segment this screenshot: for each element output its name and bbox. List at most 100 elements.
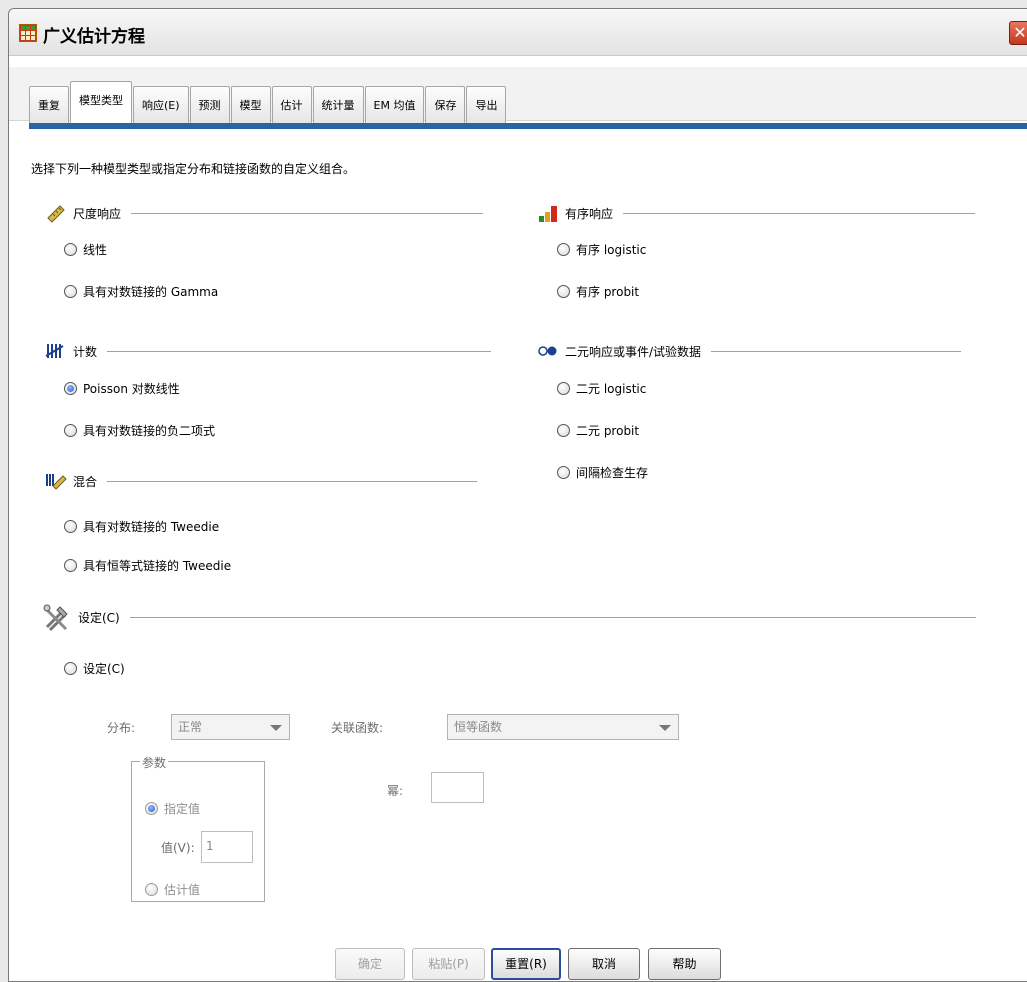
parameter-title: 参数 <box>140 754 169 771</box>
radio-interval-censored-survival-label: 间隔检查生存 <box>576 466 649 480</box>
radio-circle[interactable] <box>145 883 158 896</box>
counts-divider <box>107 350 492 352</box>
tab-statistics[interactable]: 统计量 <box>312 86 364 124</box>
radio-ordinal-probit[interactable]: 有序 probit <box>557 283 639 300</box>
radio-circle[interactable] <box>557 285 570 298</box>
title-bar[interactable]: 广义估计方程 ✕ <box>9 9 1027 56</box>
radio-custom[interactable]: 设定(C) <box>64 660 125 677</box>
power-input[interactable] <box>431 772 484 803</box>
radio-linear-label: 线性 <box>83 243 108 257</box>
radio-estimate-value-label: 估计值 <box>164 883 201 897</box>
tab-model[interactable]: 模型 <box>230 86 271 124</box>
binary-response-header: 二元响应或事件/试验数据 <box>537 341 962 361</box>
tab-em-means[interactable]: EM 均值 <box>364 86 425 124</box>
chevron-down-icon <box>270 725 282 731</box>
tally-icon <box>45 344 64 358</box>
tab-underline <box>29 123 1027 129</box>
radio-poisson-loglinear-label: Poisson 对数线性 <box>83 382 180 396</box>
radio-estimate-value[interactable]: 估计值 <box>145 881 200 898</box>
radio-binary-logistic[interactable]: 二元 logistic <box>557 380 646 397</box>
mixture-icon <box>46 474 67 490</box>
tab-save[interactable]: 保存 <box>425 86 466 124</box>
radio-circle[interactable] <box>64 424 77 437</box>
link-function-value: 恒等函数 <box>454 720 503 734</box>
ordinal-bars-icon <box>539 206 557 222</box>
radio-ordinal-logistic-label: 有序 logistic <box>576 243 647 257</box>
value-input[interactable]: 1 <box>201 831 253 863</box>
radio-specify-value-label: 指定值 <box>164 802 201 816</box>
radio-negative-binomial[interactable]: 具有对数链接的负二项式 <box>64 422 215 439</box>
radio-circle[interactable] <box>557 466 570 479</box>
radio-circle[interactable] <box>557 424 570 437</box>
cancel-button[interactable]: 取消 <box>568 948 640 980</box>
tab-repeated[interactable]: 重复 <box>29 86 69 124</box>
distribution-value: 正常 <box>178 720 203 734</box>
scale-response-header: 尺度响应 <box>45 203 484 223</box>
radio-negative-binomial-label: 具有对数链接的负二项式 <box>83 424 216 438</box>
window-title: 广义估计方程 <box>43 27 145 47</box>
scale-response-title: 尺度响应 <box>73 206 122 221</box>
radio-circle-selected[interactable] <box>145 802 158 815</box>
radio-ordinal-probit-label: 有序 probit <box>576 285 640 299</box>
distribution-label: 分布: <box>107 721 136 735</box>
radio-poisson-loglinear[interactable]: Poisson 对数线性 <box>64 380 180 397</box>
radio-tweedie-identity[interactable]: 具有恒等式链接的 Tweedie <box>64 557 231 574</box>
mixture-header: 混合 <box>45 471 478 491</box>
binary-toggle-icon <box>538 346 557 356</box>
custom-title: 设定(C) <box>78 610 120 625</box>
dialog-body: 重复 模型类型 响应(E) 预测 模型 估计 统计量 EM 均值 保存 导出 选… <box>9 57 1027 981</box>
mixture-divider <box>107 480 478 482</box>
tab-predictors[interactable]: 预测 <box>189 86 230 124</box>
binary-response-title: 二元响应或事件/试验数据 <box>565 344 702 359</box>
distribution-select[interactable]: 正常 <box>171 714 290 740</box>
paste-button[interactable]: 粘贴(P) <box>412 948 485 980</box>
instruction-text: 选择下列一种模型类型或指定分布和链接函数的自定义组合。 <box>31 162 356 176</box>
radio-circle-selected[interactable] <box>64 382 77 395</box>
custom-divider <box>129 616 976 618</box>
radio-gamma-log-label: 具有对数链接的 Gamma <box>83 285 219 299</box>
radio-binary-probit[interactable]: 二元 probit <box>557 422 639 439</box>
link-function-select[interactable]: 恒等函数 <box>447 714 679 740</box>
radio-circle[interactable] <box>64 243 77 256</box>
ok-button[interactable]: 确定 <box>335 948 405 980</box>
tools-icon <box>43 604 68 632</box>
ordinal-response-title: 有序响应 <box>565 206 614 221</box>
radio-interval-censored-survival[interactable]: 间隔检查生存 <box>557 464 648 481</box>
scale-divider <box>131 212 484 214</box>
radio-binary-probit-label: 二元 probit <box>576 424 640 438</box>
ordinal-divider <box>623 212 976 214</box>
radio-linear[interactable]: 线性 <box>64 241 107 258</box>
dialog-window: 广义估计方程 ✕ 重复 模型类型 响应(E) 预测 模型 估计 统计量 EM 均… <box>8 8 1027 982</box>
reset-button[interactable]: 重置(R) <box>491 948 561 980</box>
tab-estimation[interactable]: 估计 <box>271 86 312 124</box>
spreadsheet-app-icon <box>19 24 37 42</box>
radio-circle[interactable] <box>64 559 77 572</box>
mixture-title: 混合 <box>73 474 98 489</box>
radio-specify-value[interactable]: 指定值 <box>145 800 200 817</box>
close-button[interactable]: ✕ <box>1009 21 1027 45</box>
radio-circle[interactable] <box>64 285 77 298</box>
ruler-icon <box>47 205 65 223</box>
radio-circle[interactable] <box>557 382 570 395</box>
custom-header: 设定(C) <box>42 602 976 632</box>
radio-tweedie-log-label: 具有对数链接的 Tweedie <box>83 520 220 534</box>
binary-divider <box>711 350 962 352</box>
counts-title: 计数 <box>73 344 98 359</box>
power-label: 幂: <box>387 784 404 798</box>
radio-tweedie-log[interactable]: 具有对数链接的 Tweedie <box>64 518 219 535</box>
tab-export[interactable]: 导出 <box>466 86 507 124</box>
tab-response[interactable]: 响应(E) <box>133 86 189 124</box>
radio-gamma-log[interactable]: 具有对数链接的 Gamma <box>64 283 218 300</box>
ordinal-response-header: 有序响应 <box>537 203 976 223</box>
tab-model-type[interactable]: 模型类型 <box>70 81 132 124</box>
radio-ordinal-logistic[interactable]: 有序 logistic <box>557 241 646 258</box>
radio-circle[interactable] <box>64 662 77 675</box>
tab-strip: 重复 模型类型 响应(E) 预测 模型 估计 统计量 EM 均值 保存 导出 <box>9 67 1027 129</box>
link-function-label: 关联函数: <box>331 721 384 735</box>
help-button[interactable]: 帮助 <box>648 948 721 980</box>
counts-header: 计数 <box>45 341 492 361</box>
radio-circle[interactable] <box>64 520 77 533</box>
value-label: 值(V): <box>161 841 195 855</box>
radio-circle[interactable] <box>557 243 570 256</box>
radio-binary-logistic-label: 二元 logistic <box>576 382 647 396</box>
